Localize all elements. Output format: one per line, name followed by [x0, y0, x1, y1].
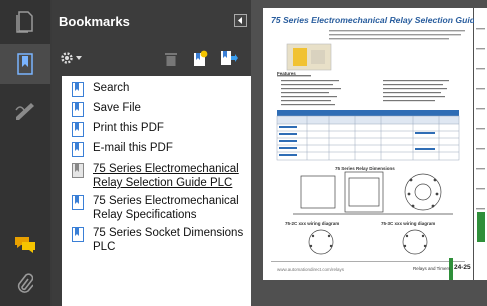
new-bookmark-button[interactable]: [191, 49, 209, 67]
bookmark-label: 75 Series Socket Dimensions PLC: [93, 227, 244, 253]
bookmark-page-icon: [72, 82, 84, 97]
bookmarks-toolbar: [52, 42, 251, 76]
collapse-panel-button[interactable]: [234, 14, 247, 27]
attachments-button[interactable]: [0, 264, 50, 304]
bookmark-print[interactable]: Print this PDF: [72, 121, 164, 137]
bookmark-label: Save File: [93, 102, 141, 114]
document-page[interactable]: 75 Series Electromechanical Relay Select…: [263, 8, 480, 280]
trash-icon: [165, 53, 177, 66]
wiring-heading-a: 75-2C xxx wiring diagram: [285, 221, 340, 226]
bookmark-label: 75 Series Electromechanical Relay Select…: [93, 163, 239, 189]
bookmark-selection-guide[interactable]: 75 Series Electromechanical Relay Select…: [72, 162, 239, 190]
bookmark-page-icon: [72, 227, 84, 242]
bookmark-page-icon: [72, 195, 84, 210]
bookmarks-panel: Bookmarks Search Save File Print this PD…: [52, 0, 251, 306]
bookmark-search[interactable]: Search: [72, 81, 129, 97]
page-thumbnails-icon: [16, 11, 33, 33]
bookmark-list: Search Save File Print this PDF E-mail t…: [62, 76, 251, 306]
bookmark-label: 75 Series Electromechanical Relay Specif…: [93, 195, 239, 221]
bookmark-label: Search: [93, 82, 130, 94]
footer-section: Relays and Timers: [413, 266, 451, 271]
delete-bookmark-button[interactable]: [163, 50, 179, 68]
bookmark-label: E-mail this PDF: [93, 142, 173, 154]
chevron-down-icon: [76, 56, 82, 60]
bookmark-save-file[interactable]: Save File: [72, 101, 141, 117]
bookmark-page-icon: [72, 122, 84, 137]
bookmark-page-icon: [72, 142, 84, 157]
bookmark-icon: [17, 53, 33, 75]
options-menu-button[interactable]: [58, 50, 84, 66]
paperclip-icon: [17, 273, 33, 293]
page-number: 24-25: [454, 264, 471, 271]
bookmark-page-icon: [72, 102, 84, 117]
panel-title: Bookmarks: [59, 14, 130, 29]
dimensions-heading: 75 Series Relay Dimensions: [335, 166, 395, 171]
signature-pen-icon: [15, 103, 34, 120]
next-page-preview[interactable]: [474, 8, 487, 280]
wiring-heading-b: 75-3C xxx wiring diagram: [381, 221, 436, 226]
next-page-thumbnail: [476, 28, 485, 242]
bookmarks-tab-button[interactable]: [0, 44, 50, 84]
gear-icon: [61, 52, 73, 64]
bookmark-email[interactable]: E-mail this PDF: [72, 141, 173, 157]
bookmark-page-icon: [72, 163, 84, 178]
bookmark-socket-dimensions[interactable]: 75 Series Socket Dimensions PLC: [72, 226, 243, 254]
features-heading: Features: [277, 71, 296, 76]
bookmark-specifications[interactable]: 75 Series Electromechanical Relay Specif…: [72, 194, 239, 222]
new-bookmark-icon: [194, 50, 208, 66]
footer-url: www.automationdirect.com/relays: [277, 267, 345, 272]
expand-bookmark-button[interactable]: [219, 49, 239, 67]
thumbnails-button[interactable]: [0, 2, 50, 42]
signatures-button[interactable]: [0, 90, 50, 130]
tool-rail: [0, 0, 50, 306]
panel-header: Bookmarks: [52, 0, 251, 42]
caret-left-icon: [238, 17, 242, 24]
bookmark-arrow-icon: [221, 51, 238, 65]
intro-text-block: [271, 30, 465, 280]
comments-button[interactable]: [0, 224, 50, 264]
bookmark-label: Print this PDF: [93, 122, 164, 134]
comments-icon: [15, 237, 35, 253]
